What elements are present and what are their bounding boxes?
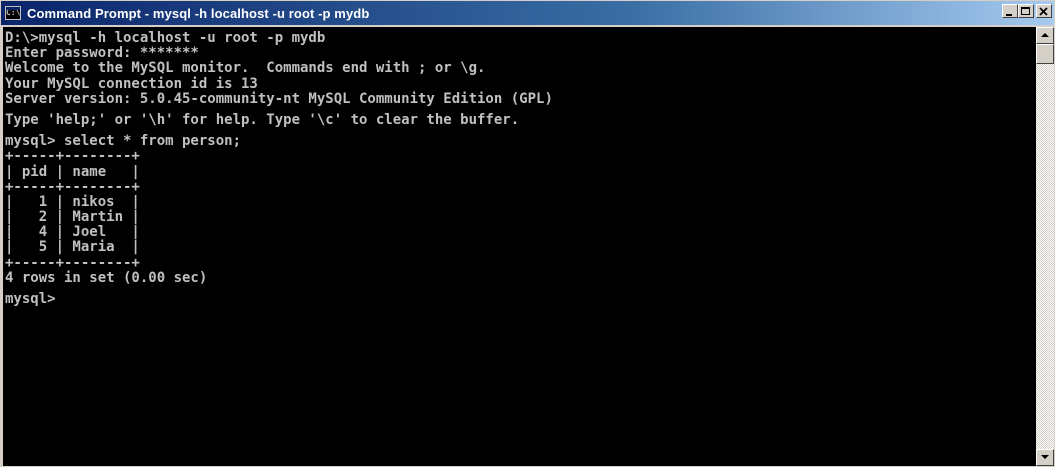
minimize-button[interactable] xyxy=(1002,4,1018,18)
table-border: +-----+--------+ xyxy=(5,254,140,271)
table-row: | 5 | Maria | xyxy=(5,239,140,256)
table-border: +-----+--------+ xyxy=(5,178,140,195)
console-text: D:\>mysql -h localhost -u root -p mydb En… xyxy=(3,27,1036,307)
table-row: | 1 | nikos | xyxy=(5,193,140,210)
maximize-button[interactable] xyxy=(1018,4,1034,18)
arrow-up-icon xyxy=(1041,33,1049,37)
console-output[interactable]: D:\>mysql -h localhost -u root -p mydb En… xyxy=(3,27,1036,466)
window-controls xyxy=(1002,4,1052,18)
maximize-icon xyxy=(1021,7,1030,15)
table-header-row: | pid | name | xyxy=(5,163,140,180)
console-line: Server version: 5.0.45-community-nt MySQ… xyxy=(5,90,553,107)
command-prompt-window: C:\ Command Prompt - mysql -h localhost … xyxy=(0,0,1055,467)
close-button[interactable] xyxy=(1036,4,1052,18)
console-line: D:\>mysql -h localhost -u root -p mydb xyxy=(5,30,326,46)
arrow-down-icon xyxy=(1041,455,1049,459)
window-title: Command Prompt - mysql -h localhost -u r… xyxy=(27,5,370,21)
console-icon[interactable]: C:\ xyxy=(5,6,21,20)
title-bar[interactable]: C:\ Command Prompt - mysql -h localhost … xyxy=(1,1,1054,25)
console-line: Your MySQL connection id is 13 xyxy=(5,75,258,92)
vertical-scrollbar[interactable] xyxy=(1036,27,1054,466)
console-line: Enter password: ******* xyxy=(5,45,199,62)
close-icon xyxy=(1039,7,1048,16)
scroll-up-button[interactable] xyxy=(1036,27,1054,44)
table-row: | 4 | Joel | xyxy=(5,224,140,241)
scroll-thumb[interactable] xyxy=(1036,44,1054,64)
scroll-down-button[interactable] xyxy=(1036,449,1054,466)
mysql-prompt[interactable]: mysql> xyxy=(5,291,1036,307)
table-border: +-----+--------+ xyxy=(5,148,140,165)
minimize-icon xyxy=(1006,14,1012,16)
console-line: Welcome to the MySQL monitor. Commands e… xyxy=(5,60,486,77)
table-row: | 2 | Martin | xyxy=(5,209,140,226)
result-summary: 4 rows in set (0.00 sec) xyxy=(5,269,208,286)
console-line: Type 'help;' or '\h' for help. Type '\c'… xyxy=(5,111,520,128)
console-line: mysql> select * from person; xyxy=(5,133,242,150)
